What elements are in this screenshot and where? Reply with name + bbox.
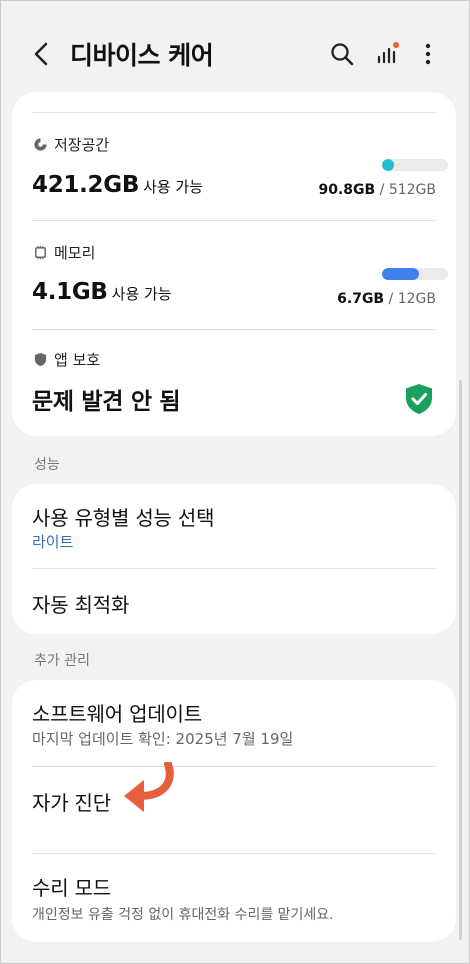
memory-usage-text: 6.7GB / 12GB <box>337 291 436 307</box>
scrollbar[interactable] <box>459 380 462 940</box>
performance-mode-item[interactable]: 사용 유형별 성능 선택 라이트 <box>12 484 456 568</box>
memory-label: 메모리 <box>54 244 96 262</box>
performance-mode-value: 라이트 <box>32 533 74 551</box>
app-protection-row[interactable]: 앱 보호 문제 발견 안 됨 <box>12 330 456 436</box>
auto-optimization-item[interactable]: 자동 최적화 <box>12 569 456 634</box>
pie-chart-icon <box>34 138 47 151</box>
memory-row[interactable]: 메모리 4.1GB 사용 가능 6.7GB / 12GB <box>12 221 456 329</box>
repair-mode-title: 수리 모드 <box>32 876 111 900</box>
page-title: 디바이스 케어 <box>70 41 214 70</box>
software-update-subtitle: 마지막 업데이트 확인: 2025년 7월 19일 <box>32 730 294 748</box>
self-diagnosis-item[interactable]: 자가 진단 <box>12 767 456 853</box>
more-options-icon[interactable] <box>414 40 442 68</box>
notification-badge <box>393 42 399 48</box>
app-protection-label: 앱 보호 <box>54 351 101 369</box>
software-update-title: 소프트웨어 업데이트 <box>32 702 202 726</box>
storage-usage-fill <box>382 159 394 171</box>
app-header: 디바이스 케어 <box>0 0 470 100</box>
repair-mode-subtitle: 개인정보 유출 걱정 없이 휴대전화 수리를 맡기세요. <box>32 907 334 923</box>
app-protection-status: 문제 발견 안 됨 <box>32 389 181 415</box>
search-icon[interactable] <box>328 40 356 68</box>
section-header-extra: 추가 관리 <box>34 653 90 669</box>
memory-usage-fill <box>382 268 419 280</box>
curved-arrow-icon <box>124 762 174 812</box>
section-header-performance: 성능 <box>34 457 60 473</box>
self-diagnosis-title: 자가 진단 <box>32 791 111 815</box>
memory-chip-icon <box>35 245 46 260</box>
performance-mode-title: 사용 유형별 성능 선택 <box>32 506 215 530</box>
software-update-item[interactable]: 소프트웨어 업데이트 마지막 업데이트 확인: 2025년 7월 19일 <box>12 680 456 766</box>
memory-available: 4.1GB 사용 가능 <box>32 279 172 305</box>
performance-card: 사용 유형별 성능 선택 라이트 자동 최적화 <box>12 484 456 634</box>
storage-usage-bar <box>382 159 448 171</box>
repair-mode-item[interactable]: 수리 모드 개인정보 유출 걱정 없이 휴대전화 수리를 맡기세요. <box>12 854 456 942</box>
storage-label: 저장공간 <box>54 136 110 154</box>
extra-management-card: 소프트웨어 업데이트 마지막 업데이트 확인: 2025년 7월 19일 자가 … <box>12 680 456 942</box>
status-card: 저장공간 421.2GB 사용 가능 90.8GB / 512GB 메모리 4.1… <box>12 92 456 436</box>
storage-available: 421.2GB 사용 가능 <box>32 172 204 198</box>
auto-optimization-title: 자동 최적화 <box>32 593 130 617</box>
storage-row[interactable]: 저장공간 421.2GB 사용 가능 90.8GB / 512GB <box>12 92 456 220</box>
back-icon[interactable] <box>28 40 56 68</box>
storage-usage-text: 90.8GB / 512GB <box>318 182 436 198</box>
stats-icon[interactable] <box>374 40 402 68</box>
shield-check-icon <box>406 384 432 414</box>
shield-icon <box>34 352 47 367</box>
memory-usage-bar <box>382 268 448 280</box>
